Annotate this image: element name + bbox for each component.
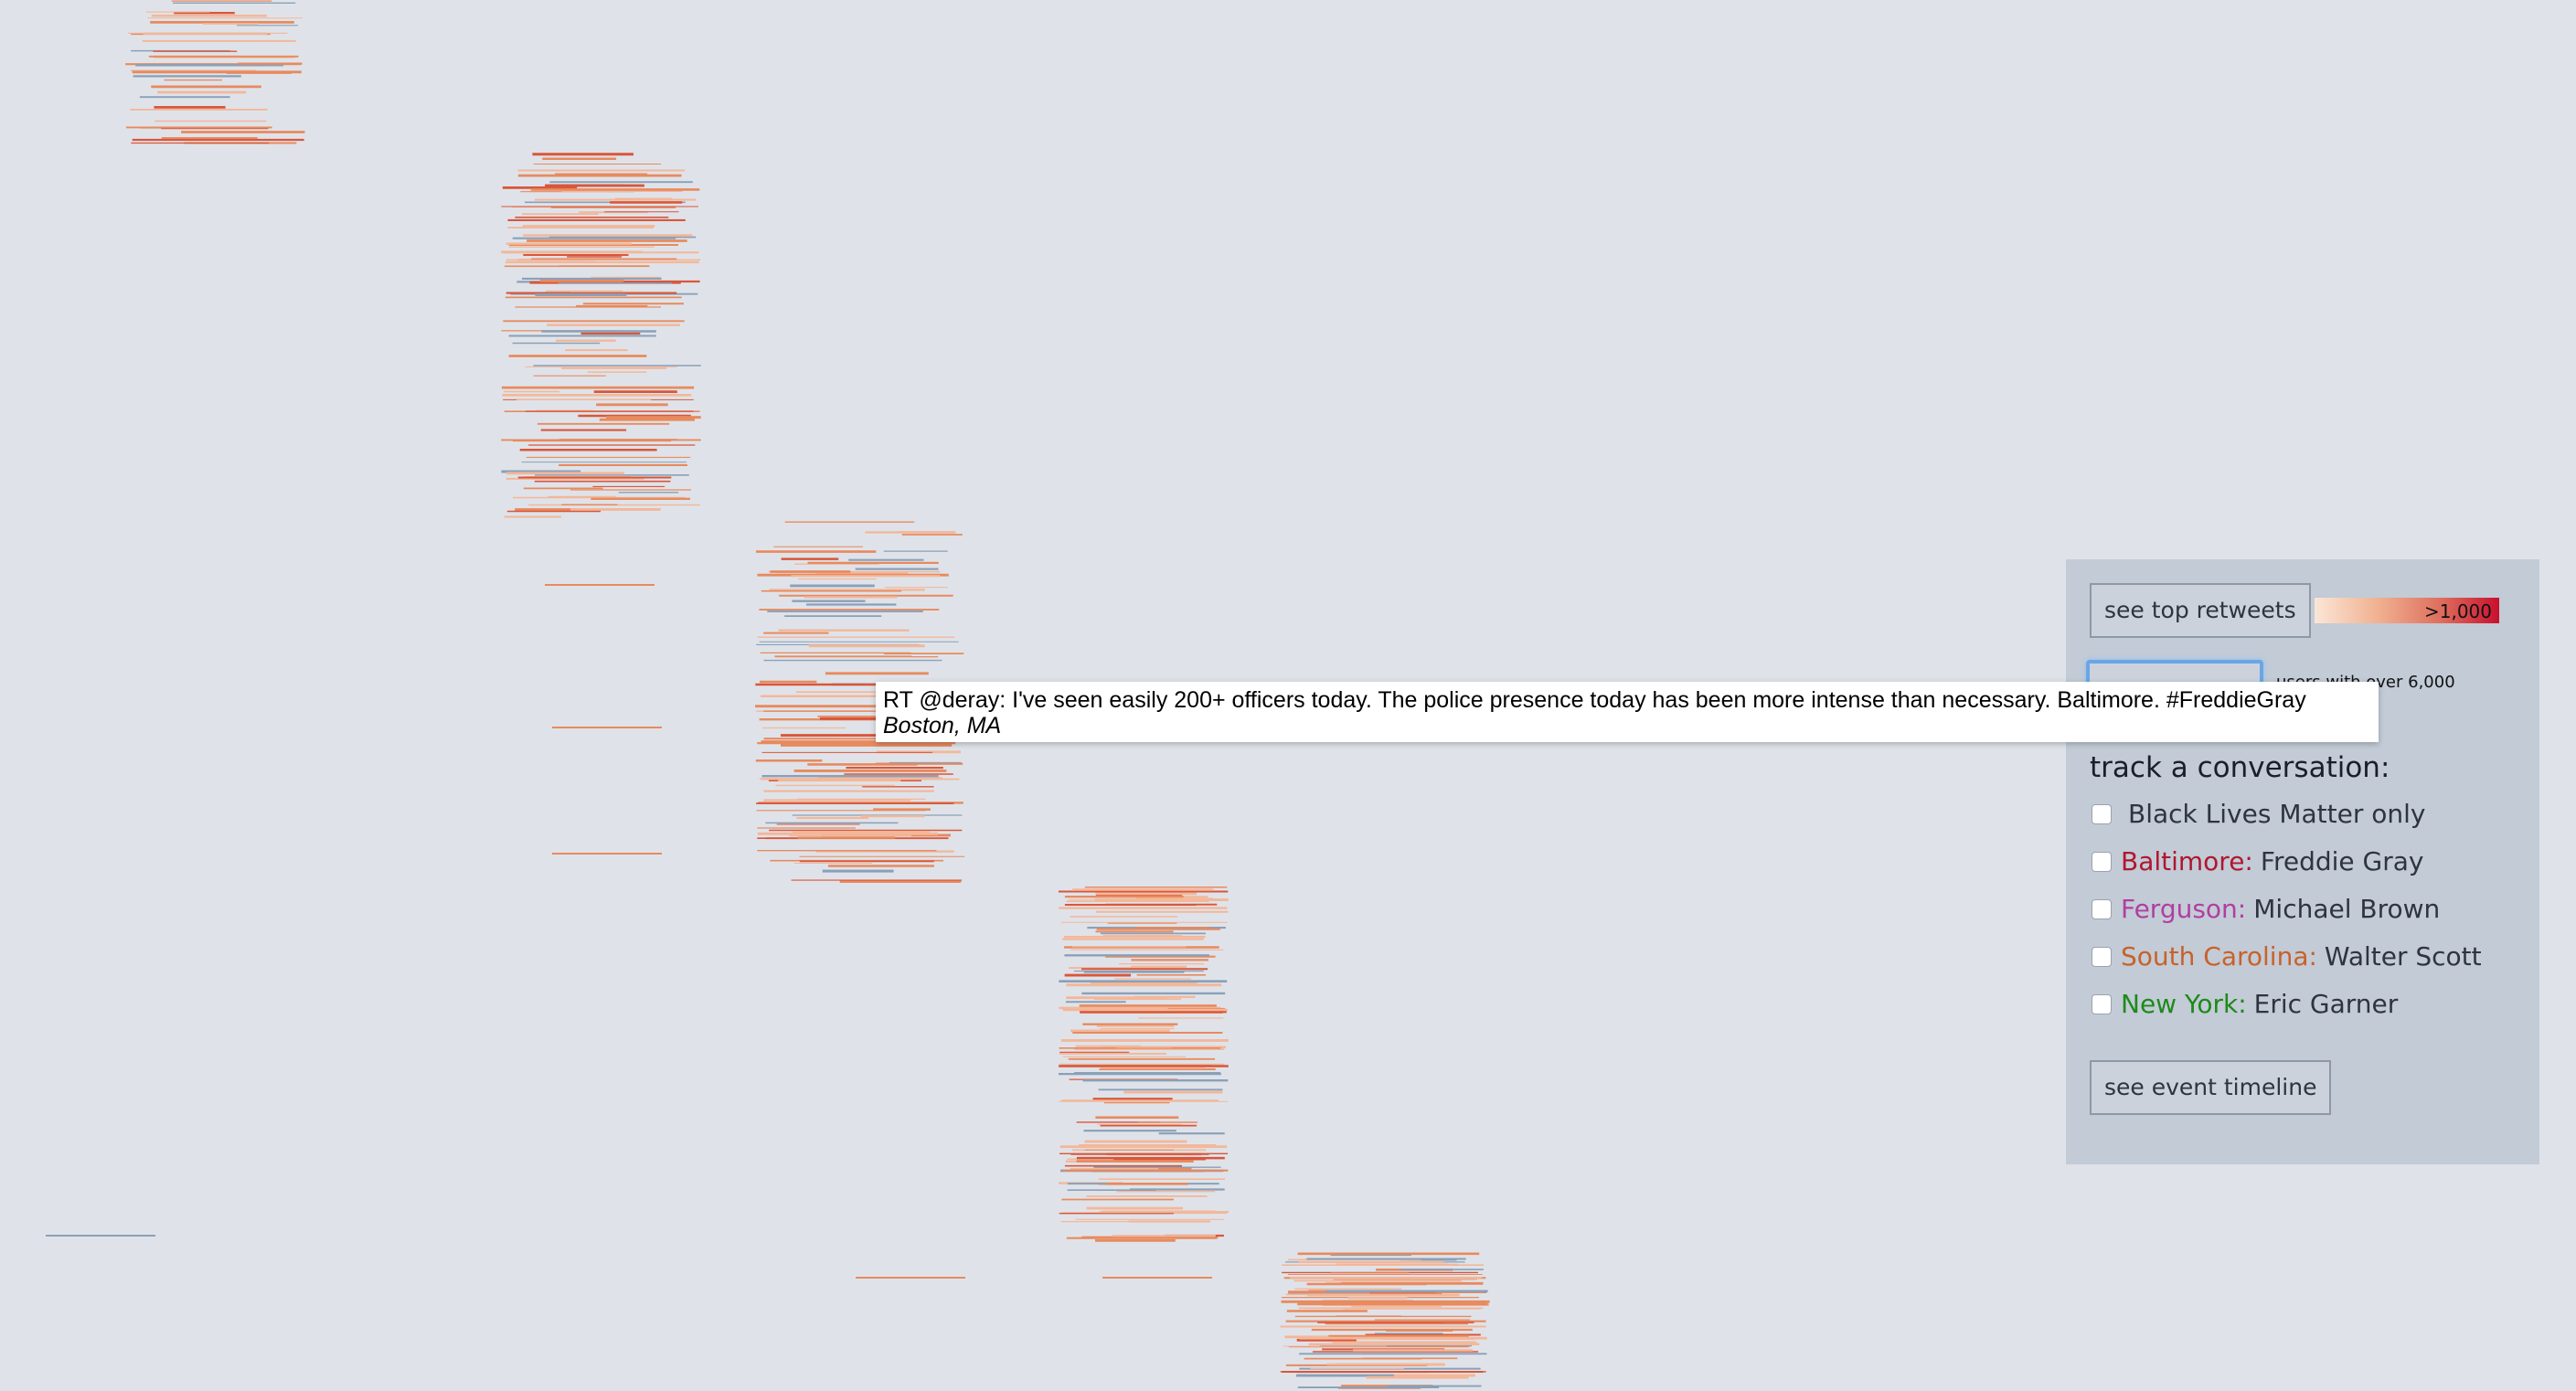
checkbox[interactable] — [2092, 993, 2112, 1014]
checkbox[interactable] — [2092, 803, 2112, 824]
checkbox[interactable] — [2092, 898, 2112, 919]
option-place: South Carolina: — [2121, 941, 2317, 972]
legend-max-label: >1,000 — [2423, 600, 2492, 622]
option-place: New York: — [2121, 989, 2247, 1019]
option-name: Freddie Gray — [2260, 846, 2424, 876]
option-name: Black Lives Matter only — [2128, 799, 2426, 829]
option-black-lives-matter[interactable]: Black Lives Matter only — [2092, 799, 2426, 829]
option-baltimore[interactable]: Baltimore: Freddie Gray — [2092, 846, 2424, 876]
see-top-retweets-button[interactable]: see top retweets — [2090, 583, 2311, 638]
option-ferguson[interactable]: Ferguson: Michael Brown — [2092, 894, 2441, 924]
checkbox[interactable] — [2092, 946, 2112, 967]
option-place: Baltimore: — [2121, 846, 2253, 876]
option-name: Walter Scott — [2324, 941, 2482, 972]
retweet-color-legend: >1,000 — [2315, 598, 2499, 623]
see-event-timeline-button[interactable]: see event timeline — [2090, 1060, 2332, 1115]
option-name: Michael Brown — [2253, 894, 2441, 924]
option-south-carolina[interactable]: South Carolina: Walter Scott — [2092, 941, 2482, 972]
control-panel: see top retweets >1,000 users with over … — [2066, 559, 2539, 1164]
tweet-location: Boston, MA — [883, 713, 1002, 738]
option-new-york[interactable]: New York: Eric Garner — [2092, 989, 2399, 1019]
track-conversation-title: track a conversation: — [2090, 751, 2390, 784]
tweet-text: RT @deray: I've seen easily 200+ officer… — [883, 687, 2306, 713]
tweet-tooltip: RT @deray: I've seen easily 200+ officer… — [876, 682, 2379, 742]
option-name: Eric Garner — [2253, 989, 2399, 1019]
checkbox[interactable] — [2092, 851, 2112, 872]
option-place: Ferguson: — [2121, 894, 2247, 924]
